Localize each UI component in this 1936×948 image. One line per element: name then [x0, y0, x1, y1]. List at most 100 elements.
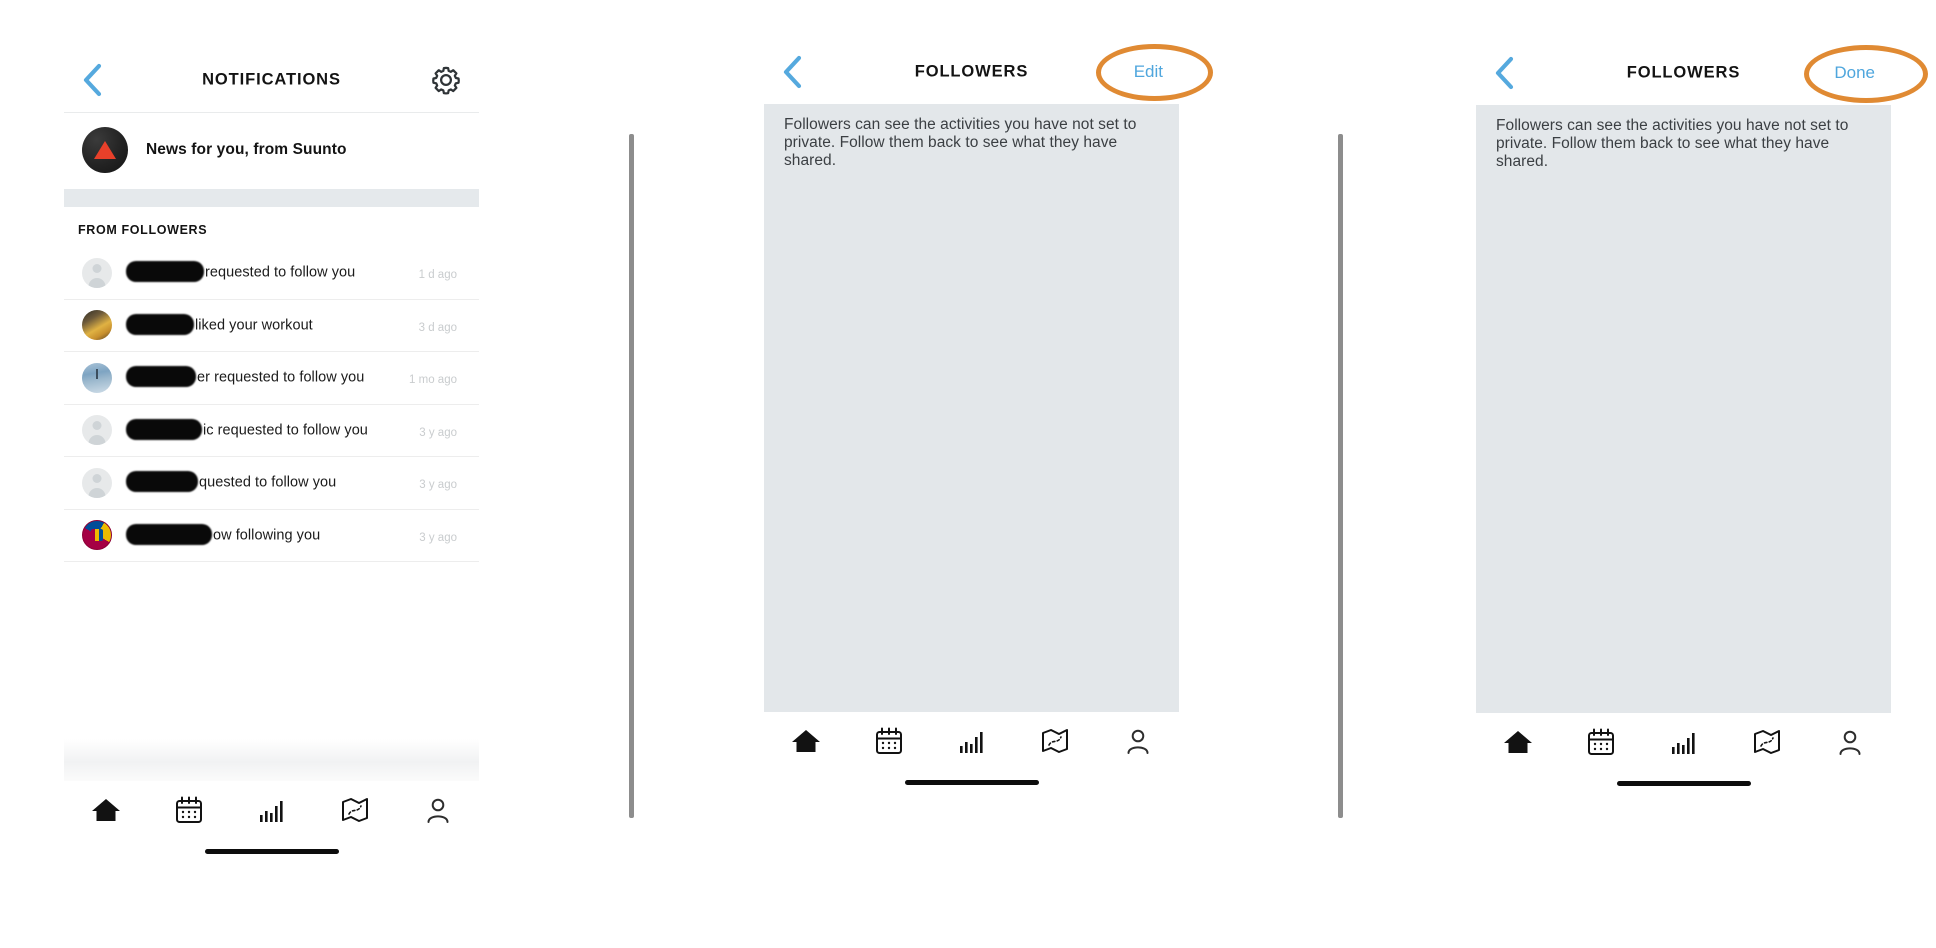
redacted-name [126, 418, 202, 440]
bar-chart-icon [1671, 733, 1695, 755]
suunto-logo-avatar [82, 127, 128, 173]
list-item-body: er requested to follow you 1 mo ago [126, 366, 467, 388]
tab-stats[interactable] [948, 721, 996, 761]
tab-calendar[interactable] [865, 721, 913, 761]
tab-stats[interactable] [248, 790, 296, 830]
redacted-name [126, 313, 194, 335]
list-item-label: ow following you [213, 527, 321, 544]
edit-button[interactable]: Edit [1134, 62, 1163, 82]
followers-info-text: Followers can see the activities you hav… [764, 104, 1179, 187]
panel-followers-edit: FOLLOWERS Done Followers can see the act… [1476, 41, 1891, 906]
home-indicator [1616, 781, 1751, 787]
followers-navbar: FOLLOWERS Edit [764, 40, 1179, 104]
redacted-name [126, 523, 212, 545]
list-item-timestamp: 1 mo ago [409, 374, 457, 387]
home-indicator [204, 849, 339, 854]
bar-chart-icon [259, 801, 283, 822]
home-icon [791, 730, 820, 753]
tab-home[interactable] [782, 721, 830, 761]
tab-stats[interactable] [1660, 722, 1708, 762]
blank-person-avatar [82, 467, 112, 498]
list-item-text-wrap: liked your workout [126, 313, 467, 336]
news-row[interactable]: News for you, from Suunto [64, 113, 479, 189]
followers-empty-list [1476, 187, 1891, 714]
map-icon [1041, 729, 1068, 754]
content-bottom-fade [64, 739, 479, 781]
list-item[interactable]: quested to follow you 3 y ago [64, 457, 479, 510]
section-header-from-followers: FROM FOLLOWERS [78, 223, 208, 237]
person-icon [427, 798, 448, 823]
notifications-navbar: NOTIFICATIONS [64, 48, 479, 112]
notifications-empty-space [64, 562, 479, 739]
list-item[interactable]: ow following you 3 y ago [64, 510, 479, 562]
redacted-name [126, 261, 204, 283]
barca-crest-avatar [82, 520, 112, 551]
list-item-text-wrap: ic requested to follow you [126, 418, 467, 441]
list-item-timestamp: 3 y ago [419, 426, 457, 439]
list-item-label: quested to follow you [199, 474, 337, 491]
list-item-timestamp: 3 y ago [419, 531, 457, 544]
tab-map[interactable] [1031, 721, 1079, 761]
followers-navbar: FOLLOWERS Done [1476, 41, 1891, 105]
list-item-body: quested to follow you 3 y ago [126, 471, 467, 493]
list-item[interactable]: er requested to follow you 1 mo ago [64, 352, 479, 405]
list-item-timestamp: 1 d ago [418, 269, 457, 282]
tabbar [764, 712, 1179, 771]
tab-profile[interactable] [414, 790, 462, 830]
page-title: NOTIFICATIONS [202, 70, 341, 89]
page-title: FOLLOWERS [1626, 63, 1741, 82]
list-item-body: ow following you 3 y ago [126, 523, 467, 546]
followers-empty-list [764, 186, 1179, 713]
tab-map[interactable] [1743, 722, 1791, 762]
blank-person-avatar [82, 257, 112, 288]
gear-icon [432, 66, 460, 95]
list-item-timestamp: 3 y ago [419, 479, 457, 492]
panel-followers-view: FOLLOWERS Edit Followers can see the act… [764, 40, 1179, 905]
suunto-triangle-icon [94, 141, 116, 159]
list-item[interactable]: ic requested to follow you 3 y ago [64, 405, 479, 457]
home-icon [1503, 731, 1532, 754]
done-button[interactable]: Done [1834, 63, 1875, 83]
panel-divider-2 [1338, 134, 1343, 818]
tabbar [64, 781, 479, 839]
list-item-text-wrap: requested to follow you [126, 261, 467, 283]
redacted-name [126, 366, 196, 388]
list-item-timestamp: 3 d ago [418, 321, 457, 334]
person-icon [1839, 731, 1860, 756]
tab-home[interactable] [82, 790, 130, 830]
water-photo-avatar [82, 362, 112, 393]
tab-home[interactable] [1494, 722, 1542, 762]
section-gray-band [64, 189, 479, 207]
redacted-name [126, 471, 198, 493]
tab-map[interactable] [331, 790, 379, 830]
tabbar [1476, 713, 1891, 772]
notifications-list: requested to follow you 1 d ago liked yo… [64, 247, 479, 562]
settings-button[interactable] [429, 63, 463, 97]
list-item[interactable]: liked your workout 3 d ago [64, 300, 479, 352]
list-item-text-wrap: quested to follow you [126, 471, 467, 493]
list-item-label: ic requested to follow you [203, 422, 368, 439]
followers-info-text: Followers can see the activities you hav… [1476, 105, 1891, 188]
list-item-text-wrap: ow following you [126, 523, 467, 546]
calendar-icon [175, 796, 202, 823]
list-item-body: liked your workout 3 d ago [126, 313, 467, 336]
calendar-icon [1587, 728, 1614, 756]
panel-notifications: NOTIFICATIONS News for you, from Suunto … [64, 48, 479, 903]
panel-divider-1 [629, 134, 634, 818]
map-icon [341, 798, 368, 822]
blank-person-avatar [82, 415, 112, 446]
tab-calendar[interactable] [1577, 722, 1625, 762]
tab-profile[interactable] [1114, 721, 1162, 761]
tab-profile[interactable] [1826, 722, 1874, 762]
home-icon [91, 799, 120, 821]
map-icon [1753, 730, 1780, 755]
tab-calendar[interactable] [165, 790, 213, 830]
bar-chart-icon [959, 732, 983, 754]
list-item[interactable]: requested to follow you 1 d ago [64, 247, 479, 300]
page-title: FOLLOWERS [914, 62, 1029, 81]
person-icon [1127, 730, 1148, 755]
list-item-label: requested to follow you [205, 264, 356, 281]
food-photo-avatar [82, 310, 112, 341]
list-item-label: er requested to follow you [197, 369, 365, 386]
list-item-label: liked your workout [195, 317, 313, 334]
